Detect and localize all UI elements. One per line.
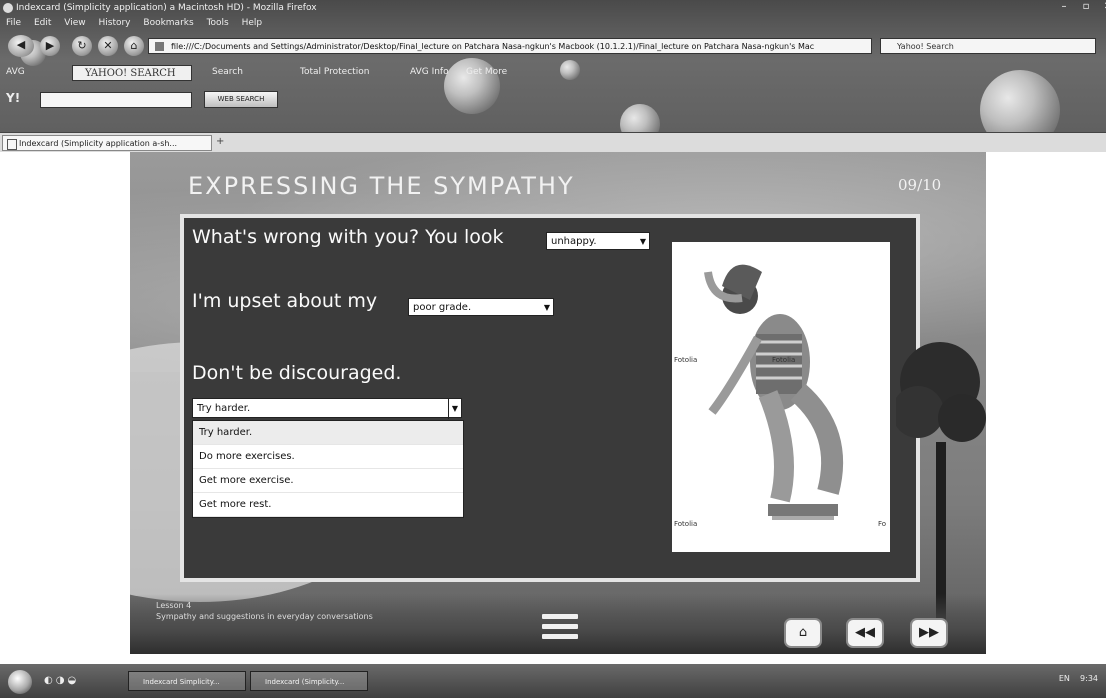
dropdown-look-value: unhappy. [551,236,597,247]
option-get-more-rest[interactable]: Get more rest. [193,493,463,517]
total-protection-button[interactable]: Total Protection [300,67,369,77]
menu-file[interactable]: File [6,18,21,28]
watermark-label: Fo [878,520,887,528]
decor-tree [896,342,986,622]
menu-history[interactable]: History [98,18,130,28]
chevron-down-icon: ▼ [639,237,646,246]
lesson-subtitle: Sympathy and suggestions in everyday con… [156,612,373,621]
crouching-woman-image [704,264,844,520]
firefox-icon [3,3,13,13]
fast-forward-icon: ▶▶ [919,625,939,640]
get-more-button[interactable]: Get More [466,67,507,77]
stop-button[interactable]: ✕ [98,36,118,56]
avg-search-button[interactable]: Search [212,67,243,77]
menu-edit[interactable]: Edit [34,18,51,28]
option-get-more-exercise[interactable]: Get more exercise. [193,469,463,493]
tab-indexcard[interactable]: Indexcard (Simplicity application a-sh..… [2,135,212,151]
avg-toolbar: AVG YAHOO! SEARCH Search Total Protectio… [0,64,1106,84]
illustration-photo: Fotolia Fotolia Fotolia Fo [672,242,890,552]
browser-chrome: Indexcard (Simplicity application) a Mac… [0,0,1106,152]
navigation-toolbar: ◀ ▶ ↻ ✕ ⌂ file:///C:/Documents and Setti… [0,35,1106,58]
prompt-line-2: I'm upset about my [192,290,378,312]
system-tray: EN 9:34 [1059,674,1098,683]
yahoo-y-icon[interactable]: Y! [6,91,20,105]
exercise-panel: What's wrong with you? You look unhappy.… [180,214,920,582]
file-icon [155,42,164,51]
taskbar: ◐◑◒ Indexcard Simplicity... Indexcard (S… [0,664,1106,698]
taskbar-item[interactable]: Indexcard (Simplicity... [250,671,368,691]
next-button[interactable]: ▶▶ [910,618,948,648]
forward-button[interactable]: ▶ [40,36,60,56]
yahoo-search-box[interactable]: YAHOO! SEARCH [72,65,192,81]
dropdown-upset[interactable]: poor grade. ▼ [408,298,554,316]
tab-title: Indexcard (Simplicity application a-sh..… [19,139,178,148]
home-icon: ⌂ [798,625,808,640]
start-button[interactable] [8,670,32,694]
prompt-line-3: Don't be discouraged. [192,362,402,384]
dropdown-suggestion-value: Try harder. [197,403,251,414]
chevron-down-icon: ▼ [543,303,550,312]
avg-logo[interactable]: AVG [6,67,25,77]
window-titlebar: Indexcard (Simplicity application) a Mac… [0,0,1106,16]
lesson-number: Lesson 4 [156,601,192,610]
dropdown-look[interactable]: unhappy. ▼ [546,232,650,250]
option-try-harder[interactable]: Try harder. [193,421,463,445]
dropdown-suggestion[interactable]: Try harder. ▼ [192,398,462,419]
search-input[interactable]: Yahoo! Search [880,38,1096,54]
page-counter: 09/10 [898,176,942,194]
language-indicator[interactable]: EN [1059,674,1070,683]
window-controls: – ▫ ✕ [1056,1,1106,13]
menu-view[interactable]: View [64,18,85,28]
watermark-label: Fotolia [772,356,796,364]
maximize-icon[interactable]: ▫ [1078,1,1094,13]
url-bar[interactable]: file:///C:/Documents and Settings/Admini… [148,38,872,54]
lesson-caption: Lesson 4 Sympathy and suggestions in eve… [156,600,373,622]
menu-bar: File Edit View History Bookmarks Tools H… [6,18,272,28]
back-button[interactable]: ◀ [8,35,34,57]
tab-strip: Indexcard (Simplicity application a-sh..… [0,132,1106,152]
chevron-down-icon: ▼ [447,399,458,419]
prompt-line-1: What's wrong with you? You look [192,226,504,248]
option-do-more-exercises[interactable]: Do more exercises. [193,445,463,469]
avg-info-button[interactable]: AVG Info [410,67,449,77]
menu-tools[interactable]: Tools [207,18,229,28]
minimize-icon[interactable]: – [1056,1,1072,13]
rewind-icon: ◀◀ [855,625,875,640]
dropdown-options-list: Try harder. Do more exercises. Get more … [192,420,464,518]
yahoo-toolbar: Y! WEB SEARCH [0,88,1106,110]
page-icon [7,139,17,150]
window-title: Indexcard (Simplicity application) a Mac… [16,3,317,13]
reload-button[interactable]: ↻ [72,36,92,56]
url-text: file:///C:/Documents and Settings/Admini… [171,42,815,51]
web-search-button[interactable]: WEB SEARCH [204,91,278,108]
close-icon[interactable]: ✕ [1100,1,1106,13]
watermark-label: Fotolia [674,356,698,364]
taskbar-item[interactable]: Indexcard Simplicity... [128,671,246,691]
new-tab-button[interactable]: + [216,136,224,147]
home-button[interactable]: ⌂ [784,618,822,648]
yahoo-toolbar-input[interactable] [40,92,192,108]
quick-launch-icons[interactable]: ◐◑◒ [44,675,79,686]
clock: 9:34 [1080,674,1098,683]
previous-button[interactable]: ◀◀ [846,618,884,648]
search-placeholder: Yahoo! Search [897,42,954,51]
lesson-stage: Expressing the sympathy 09/10 What's wro… [130,152,986,654]
yahoo-logo: YAHOO! SEARCH [85,68,176,79]
home-button[interactable]: ⌂ [124,36,144,56]
watermark-label: Fotolia [674,520,698,528]
lesson-title: Expressing the sympathy [188,172,575,200]
menu-help[interactable]: Help [242,18,263,28]
menu-icon[interactable] [542,614,578,640]
menu-bookmarks[interactable]: Bookmarks [143,18,193,28]
dropdown-upset-value: poor grade. [413,302,472,313]
